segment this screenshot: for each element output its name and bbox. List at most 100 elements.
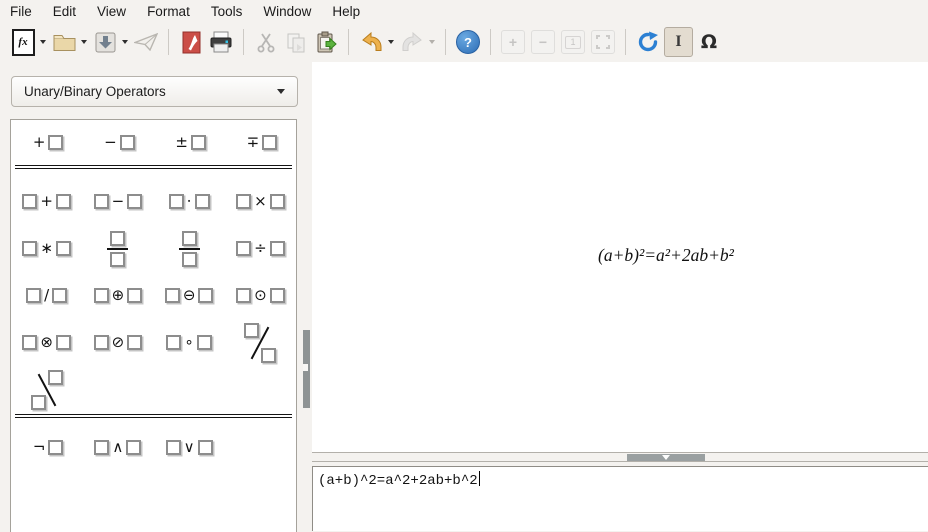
toolbar-separator bbox=[490, 29, 491, 55]
elements-row: + − ⋅ × bbox=[11, 178, 296, 225]
command-editor[interactable]: (a+b)^2=a^2+2ab+b^2 bbox=[312, 466, 928, 531]
menu-file[interactable]: File bbox=[2, 2, 40, 21]
toolbar-separator bbox=[168, 29, 169, 55]
menu-window[interactable]: Window bbox=[255, 2, 319, 21]
save-dropdown-arrow-icon[interactable] bbox=[122, 40, 128, 44]
open-button[interactable] bbox=[50, 27, 78, 57]
operator-glyph: ∧ bbox=[112, 440, 123, 455]
element-circled-minus[interactable]: ⊖ bbox=[154, 288, 225, 303]
category-selector[interactable]: Unary/Binary Operators bbox=[11, 76, 298, 107]
new-formula-group: fx bbox=[8, 27, 49, 57]
element-tensor-product[interactable]: ⊗ bbox=[11, 335, 82, 350]
show-all-button[interactable] bbox=[591, 30, 615, 54]
placeholder-box bbox=[182, 252, 197, 267]
redo-dropdown-arrow-icon[interactable] bbox=[429, 40, 435, 44]
element-concatenation[interactable]: ∘ bbox=[154, 335, 225, 350]
zoom-100-button[interactable]: 1 bbox=[561, 30, 585, 54]
redo-button[interactable] bbox=[398, 27, 426, 57]
placeholder-box bbox=[195, 194, 210, 209]
new-formula-button[interactable]: fx bbox=[9, 27, 37, 57]
placeholder-box bbox=[31, 395, 46, 410]
element-boolean-not[interactable]: ¬ bbox=[11, 440, 82, 455]
zoom-out-button[interactable]: − bbox=[531, 30, 555, 54]
element-multiplication-dot[interactable]: ⋅ bbox=[154, 194, 225, 209]
horizontal-splitter-handle[interactable] bbox=[627, 454, 705, 461]
placeholder-box bbox=[165, 288, 180, 303]
fraction-bar bbox=[179, 248, 200, 250]
toolbar-separator bbox=[243, 29, 244, 55]
element-addition[interactable]: + bbox=[11, 194, 82, 209]
save-button[interactable] bbox=[91, 27, 119, 57]
undo-button[interactable] bbox=[357, 27, 385, 57]
element-circled-dot[interactable]: ⊙ bbox=[225, 288, 296, 303]
formula-cursor-group: I bbox=[663, 27, 694, 57]
placeholder-box bbox=[56, 194, 71, 209]
open-dropdown-arrow-icon[interactable] bbox=[81, 40, 87, 44]
chevron-down-icon bbox=[277, 89, 285, 94]
element-plus[interactable]: + bbox=[11, 135, 82, 150]
refresh-group bbox=[633, 27, 663, 57]
command-text: (a+b)^2=a^2+2ab+b^2 bbox=[318, 473, 478, 489]
formula-text: (a+b)²=a²+2ab+b² bbox=[598, 245, 734, 266]
element-division-slash[interactable]: / bbox=[11, 288, 82, 303]
placeholder-box bbox=[110, 252, 125, 267]
undo-dropdown-arrow-icon[interactable] bbox=[388, 40, 394, 44]
element-boolean-or[interactable]: ∨ bbox=[154, 440, 225, 455]
export-pdf-button[interactable] bbox=[177, 27, 205, 57]
help-button[interactable]: ? bbox=[454, 27, 482, 57]
elements-row bbox=[11, 366, 296, 413]
send-mail-button[interactable] bbox=[132, 27, 160, 57]
placeholder-box bbox=[22, 335, 37, 350]
paste-icon bbox=[316, 31, 337, 54]
symbols-button[interactable]: Ω bbox=[695, 27, 723, 57]
placeholder-box bbox=[48, 440, 63, 455]
paste-button[interactable] bbox=[312, 27, 340, 57]
placeholder-box bbox=[127, 288, 142, 303]
placeholder-box bbox=[270, 194, 285, 209]
vertical-splitter-handle[interactable] bbox=[303, 330, 310, 408]
element-minus-plus[interactable]: ∓ bbox=[225, 135, 296, 150]
operator-glyph: ∨ bbox=[184, 440, 195, 455]
new-formula-dropdown-arrow-icon[interactable] bbox=[40, 40, 46, 44]
menu-tools[interactable]: Tools bbox=[203, 2, 251, 21]
placeholder-box bbox=[197, 335, 212, 350]
export-pdf-group bbox=[176, 27, 206, 57]
operator-glyph: + bbox=[40, 194, 53, 209]
formula-view[interactable]: (a+b)²=a²+2ab+b² bbox=[312, 62, 928, 452]
redo-group bbox=[397, 27, 438, 57]
menu-edit[interactable]: Edit bbox=[45, 2, 84, 21]
print-group bbox=[206, 27, 236, 57]
element-circled-slash[interactable]: ⊘ bbox=[82, 335, 153, 350]
element-plus-minus[interactable]: ± bbox=[154, 135, 225, 150]
print-button[interactable] bbox=[207, 27, 235, 57]
element-division-fraction[interactable] bbox=[82, 231, 153, 267]
element-circled-plus[interactable]: ⊕ bbox=[82, 288, 153, 303]
menu-help[interactable]: Help bbox=[324, 2, 368, 21]
element-subtraction[interactable]: − bbox=[82, 194, 153, 209]
element-wideslash[interactable] bbox=[225, 322, 296, 364]
menu-view[interactable]: View bbox=[89, 2, 134, 21]
element-multiplication-asterisk[interactable]: ∗ bbox=[11, 241, 82, 256]
operator-glyph: ¬ bbox=[33, 440, 46, 455]
copy-button[interactable] bbox=[282, 27, 310, 57]
zoom-in-button[interactable]: + bbox=[501, 30, 525, 54]
cut-icon bbox=[256, 32, 276, 53]
placeholder-box bbox=[126, 440, 141, 455]
formula-cursor-button[interactable]: I bbox=[664, 27, 693, 57]
save-group bbox=[90, 27, 131, 57]
element-division[interactable]: ÷ bbox=[225, 241, 296, 256]
element-minus[interactable]: − bbox=[82, 135, 153, 150]
element-boolean-and[interactable]: ∧ bbox=[82, 440, 153, 455]
cut-button[interactable] bbox=[252, 27, 280, 57]
redo-icon bbox=[401, 32, 424, 52]
operator-glyph: ⋅ bbox=[187, 194, 192, 209]
operator-glyph: + bbox=[33, 135, 46, 150]
menu-format[interactable]: Format bbox=[139, 2, 198, 21]
element-fraction[interactable] bbox=[154, 231, 225, 267]
element-widebslash[interactable] bbox=[11, 369, 82, 411]
elements-row: ∗÷ bbox=[11, 225, 296, 272]
elements-row: ¬ ∧ ∨ bbox=[11, 427, 296, 467]
refresh-button[interactable] bbox=[634, 27, 662, 57]
element-multiplication-cross[interactable]: × bbox=[225, 194, 296, 209]
show-all-group bbox=[588, 30, 618, 54]
